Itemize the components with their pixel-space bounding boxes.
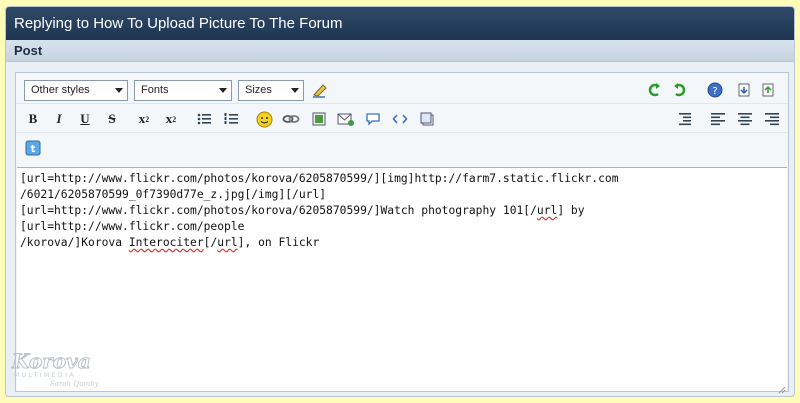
insert-attachment-button[interactable] bbox=[335, 108, 357, 130]
bullet-list-icon bbox=[197, 113, 211, 125]
speech-bubble-icon bbox=[366, 113, 380, 126]
svg-text:Sarah Quinby: Sarah Quinby bbox=[50, 380, 100, 388]
bold-button[interactable]: B bbox=[22, 108, 44, 130]
toolbar-row-2: B I U S x2 x2 bbox=[16, 106, 788, 133]
reply-panel: Replying to How To Upload Picture To The… bbox=[5, 6, 795, 397]
copy-icon bbox=[420, 112, 434, 126]
smiley-button[interactable] bbox=[253, 108, 275, 130]
svg-text:?: ? bbox=[712, 86, 717, 97]
superscript-button[interactable]: x2 bbox=[160, 108, 182, 130]
restore-draft-button[interactable] bbox=[757, 79, 779, 101]
toolbar-row-1: Other styles Fonts Sizes ? bbox=[16, 77, 788, 104]
svg-text:Korova: Korova bbox=[11, 349, 91, 373]
text-line-1: [url=http://www.flickr.com/photos/korova… bbox=[20, 172, 619, 185]
resize-handle[interactable] bbox=[776, 379, 786, 394]
bullet-list-button[interactable] bbox=[193, 108, 215, 130]
toolbar-row-3: t bbox=[16, 135, 788, 162]
remove-format-button[interactable] bbox=[309, 79, 331, 101]
help-button[interactable]: ? bbox=[704, 79, 726, 101]
download-icon bbox=[738, 83, 750, 97]
strikethrough-button[interactable]: S bbox=[101, 108, 123, 130]
font-select-value: Fonts bbox=[141, 84, 169, 96]
text-line-4e: ], on Flickr bbox=[237, 236, 320, 249]
align-center-button[interactable] bbox=[734, 108, 756, 130]
subscript-mark: 2 bbox=[145, 114, 150, 124]
code-icon bbox=[392, 114, 408, 124]
text-line-4a: /korova/]Korova bbox=[20, 236, 129, 249]
subscript-button[interactable]: x2 bbox=[133, 108, 155, 130]
style-select-value: Other styles bbox=[31, 84, 90, 96]
chevron-down-icon bbox=[291, 88, 299, 93]
insert-quote-button[interactable] bbox=[362, 108, 384, 130]
email-icon bbox=[337, 113, 354, 126]
italic-button[interactable]: I bbox=[48, 108, 70, 130]
svg-text:t: t bbox=[31, 144, 36, 155]
insert-image-button[interactable] bbox=[308, 108, 330, 130]
numbered-list-icon bbox=[224, 113, 238, 124]
watermark-logo: Korova MULTIMEDIA Sarah Quinby bbox=[10, 346, 120, 389]
help-icon: ? bbox=[707, 82, 723, 98]
image-icon bbox=[312, 112, 326, 126]
post-section-label: Post bbox=[6, 40, 794, 62]
upload-icon bbox=[762, 83, 774, 97]
insert-code-button[interactable] bbox=[389, 108, 411, 130]
redo-button[interactable] bbox=[669, 79, 691, 101]
chevron-down-icon bbox=[219, 88, 227, 93]
font-select[interactable]: Fonts bbox=[134, 80, 232, 101]
size-select-value: Sizes bbox=[245, 84, 272, 96]
spell-error: Interociter bbox=[128, 236, 204, 249]
twitter-icon: t bbox=[25, 140, 41, 156]
spell-error: url bbox=[536, 204, 558, 217]
indent-icon bbox=[679, 113, 691, 126]
undo-button[interactable] bbox=[643, 79, 665, 101]
align-right-button[interactable] bbox=[761, 108, 783, 130]
align-right-icon bbox=[765, 113, 779, 126]
align-left-button[interactable] bbox=[707, 108, 729, 130]
chevron-down-icon bbox=[115, 88, 123, 93]
redo-icon bbox=[674, 83, 686, 97]
align-center-icon bbox=[738, 113, 752, 126]
text-line-3a: [url=http://www.flickr.com/photos/korova… bbox=[20, 204, 537, 217]
smiley-icon bbox=[256, 111, 272, 127]
spell-error: url bbox=[217, 236, 238, 249]
text-line-4c: [/ bbox=[203, 236, 218, 249]
style-select[interactable]: Other styles bbox=[24, 80, 128, 101]
undo-icon bbox=[648, 83, 660, 97]
underline-button[interactable]: U bbox=[74, 108, 96, 130]
page-title: Replying to How To Upload Picture To The… bbox=[6, 7, 794, 40]
save-draft-button[interactable] bbox=[733, 79, 755, 101]
text-line-2: /6021/6205870599_0f7390d77e_z.jpg[/img][… bbox=[20, 188, 327, 201]
korova-logo: Korova MULTIMEDIA Sarah Quinby bbox=[11, 349, 100, 389]
link-icon bbox=[282, 115, 300, 123]
eraser-icon bbox=[313, 84, 327, 98]
superscript-mark: 2 bbox=[172, 114, 177, 124]
post-editor: Other styles Fonts Sizes ? B I U S x 2 x… bbox=[15, 72, 789, 394]
numbered-list-button[interactable] bbox=[220, 108, 242, 130]
twitter-button[interactable]: t bbox=[22, 137, 44, 159]
size-select[interactable]: Sizes bbox=[238, 80, 304, 101]
insert-table-button[interactable] bbox=[416, 108, 438, 130]
align-left-icon bbox=[711, 113, 725, 126]
indent-button[interactable] bbox=[674, 108, 696, 130]
resize-grip-icon bbox=[778, 386, 786, 394]
message-textarea[interactable]: [url=http://www.flickr.com/photos/korova… bbox=[17, 167, 787, 391]
svg-text:MULTIMEDIA: MULTIMEDIA bbox=[14, 372, 76, 379]
insert-link-button[interactable] bbox=[280, 108, 302, 130]
